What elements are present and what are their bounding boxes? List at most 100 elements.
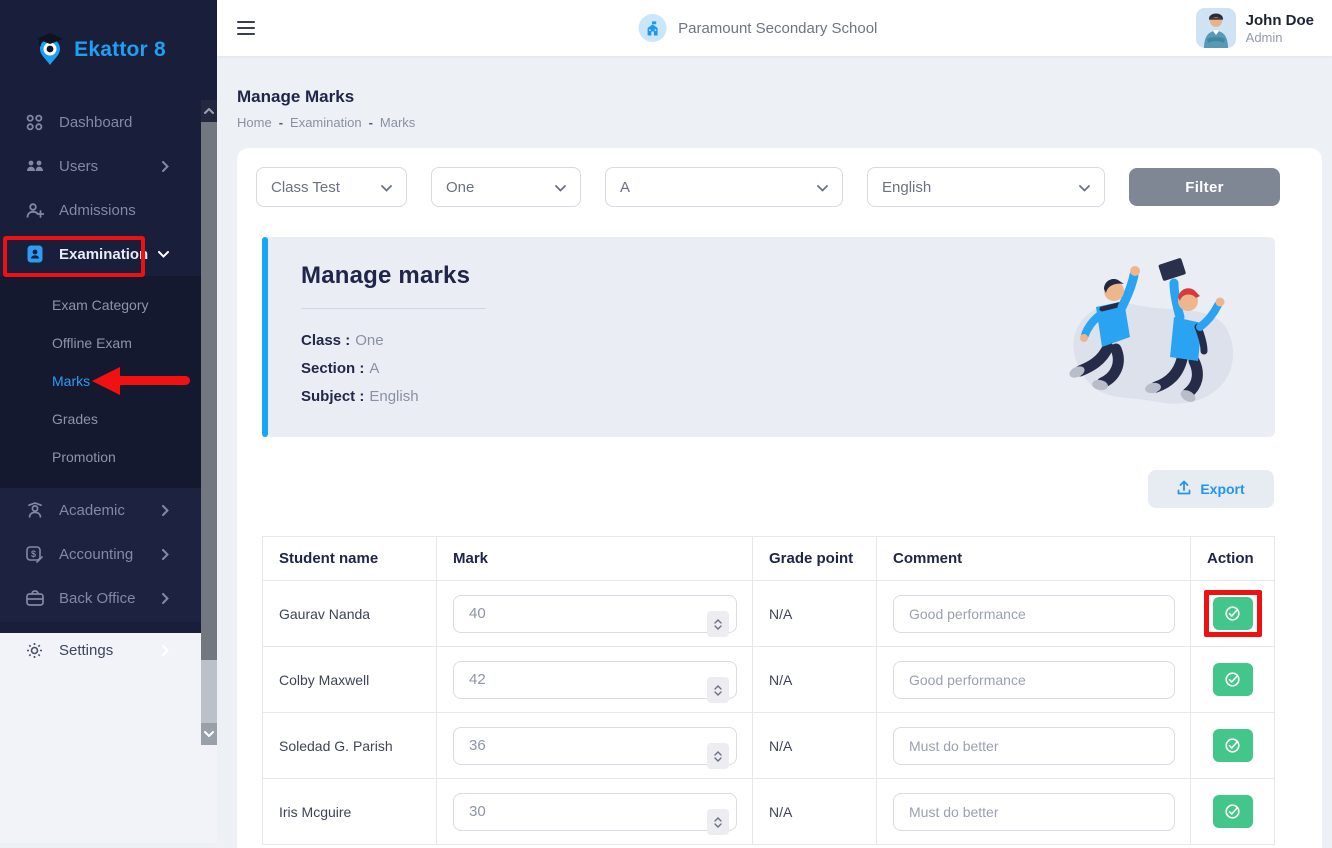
app-logo-text: Ekattor 8: [74, 38, 166, 62]
export-button[interactable]: Export: [1148, 470, 1274, 508]
accounting-icon: $: [25, 545, 44, 564]
save-mark-button[interactable]: [1213, 795, 1253, 828]
content-card: Class Test One A English: [237, 148, 1322, 848]
sidebar-scrollbar[interactable]: [201, 100, 217, 745]
filter-button[interactable]: Filter: [1129, 168, 1280, 206]
school-name: Paramount Secondary School: [678, 20, 877, 37]
save-mark-button[interactable]: [1213, 597, 1253, 630]
breadcrumb: Home - Examination - Marks: [237, 115, 415, 130]
header-action: Action: [1191, 537, 1275, 581]
users-icon: [25, 157, 44, 176]
filter-bar: Class Test One A English: [256, 167, 1302, 207]
number-stepper[interactable]: [707, 611, 729, 637]
submenu-label: Marks: [52, 373, 90, 389]
scrollbar-thumb[interactable]: [201, 122, 217, 660]
user-name: John Doe: [1246, 11, 1314, 30]
sidebar-section-2: Academic $ Accounting: [0, 488, 201, 622]
comment-input[interactable]: [893, 661, 1175, 699]
sidebar-item-label: Back Office: [59, 590, 135, 607]
subject-dropdown[interactable]: English: [867, 167, 1105, 207]
breadcrumb-examination[interactable]: Examination: [290, 115, 362, 130]
number-stepper[interactable]: [707, 677, 729, 703]
sidebar-item-dashboard[interactable]: Dashboard: [0, 100, 201, 144]
sidebar-item-label: Accounting: [59, 546, 133, 563]
student-name: Gaurav Nanda: [263, 581, 437, 647]
subject-label: Subject :: [301, 388, 364, 405]
sidebar-item-settings[interactable]: Settings: [0, 637, 201, 663]
class-value: One: [446, 179, 474, 196]
back-office-icon: [25, 589, 44, 608]
scrollbar-down-arrow[interactable]: [201, 723, 217, 745]
save-mark-button[interactable]: [1213, 663, 1253, 696]
submenu-item-marks[interactable]: Marks: [0, 362, 201, 400]
sidebar: Ekattor 8 Dashboard Users: [0, 0, 217, 843]
number-stepper[interactable]: [707, 743, 729, 769]
sidebar-item-academic[interactable]: Academic: [0, 488, 201, 532]
sidebar-item-label: Examination: [59, 246, 148, 263]
section-label: Section :: [301, 360, 364, 377]
header-grade-point: Grade point: [753, 537, 877, 581]
header-mark: Mark: [437, 537, 753, 581]
sidebar-item-label: Academic: [59, 502, 125, 519]
sidebar-item-back-office[interactable]: Back Office: [0, 576, 201, 620]
mark-input[interactable]: [453, 661, 737, 699]
breadcrumb-marks[interactable]: Marks: [380, 115, 415, 130]
user-menu[interactable]: John Doe Admin: [1196, 8, 1314, 48]
app-logo-icon: [35, 30, 65, 71]
sidebar-item-examination[interactable]: Examination: [0, 232, 201, 276]
submenu-label: Offline Exam: [52, 335, 132, 351]
panel-title: Manage marks: [301, 262, 470, 290]
export-label: Export: [1200, 481, 1244, 497]
sidebar-item-accounting[interactable]: $ Accounting: [0, 532, 201, 576]
school-selector[interactable]: Paramount Secondary School: [638, 14, 877, 42]
sidebar-item-label: Settings: [59, 642, 113, 659]
class-dropdown[interactable]: One: [431, 167, 581, 207]
submenu-item-promotion[interactable]: Promotion: [0, 438, 201, 476]
mark-input[interactable]: [453, 793, 737, 831]
sidebar-item-admissions[interactable]: Admissions: [0, 188, 201, 232]
examination-submenu: Exam Category Offline Exam Marks Grades …: [0, 276, 201, 488]
submenu-label: Exam Category: [52, 297, 148, 313]
sidebar-menu: Dashboard Users Admissions: [0, 100, 201, 622]
user-avatar: [1196, 8, 1236, 48]
exam-type-value: Class Test: [271, 179, 340, 196]
chevron-down-icon: [1079, 179, 1090, 196]
mark-input[interactable]: [453, 727, 737, 765]
comment-input[interactable]: [893, 595, 1175, 633]
save-mark-button[interactable]: [1213, 729, 1253, 762]
student-name: Colby Maxwell: [263, 647, 437, 713]
submenu-item-exam-category[interactable]: Exam Category: [0, 286, 201, 324]
sidebar-item-label: Dashboard: [59, 114, 132, 131]
submenu-item-grades[interactable]: Grades: [0, 400, 201, 438]
number-stepper[interactable]: [707, 809, 729, 835]
hamburger-menu-icon[interactable]: [237, 17, 255, 39]
comment-input[interactable]: [893, 793, 1175, 831]
app-logo[interactable]: Ekattor 8: [0, 0, 201, 100]
class-label: Class :: [301, 332, 350, 349]
student-name: Iris Mcguire: [263, 779, 437, 845]
table-row: Colby Maxwell N/A: [263, 647, 1275, 713]
exam-type-dropdown[interactable]: Class Test: [256, 167, 407, 207]
academic-icon: [25, 501, 44, 520]
export-row: Export: [256, 470, 1302, 508]
table-row: Soledad G. Parish N/A: [263, 713, 1275, 779]
section-dropdown[interactable]: A: [605, 167, 843, 207]
submenu-item-offline-exam[interactable]: Offline Exam: [0, 324, 201, 362]
subject-value: English: [882, 179, 931, 196]
annotation-red-box-action: [1204, 590, 1262, 637]
subject-value: English: [369, 388, 418, 405]
dashboard-icon: [25, 113, 44, 132]
grade-point: N/A: [753, 647, 877, 713]
scrollbar-up-arrow[interactable]: [201, 100, 217, 122]
sidebar-item-label: Admissions: [59, 202, 136, 219]
panel-class-row: Class :One: [301, 332, 384, 349]
header-student-name: Student name: [263, 537, 437, 581]
section-value: A: [369, 360, 379, 377]
comment-input[interactable]: [893, 727, 1175, 765]
examination-icon: [25, 245, 44, 264]
breadcrumb-home[interactable]: Home: [237, 115, 272, 130]
chevron-right-icon: [162, 549, 169, 560]
upload-icon: [1177, 480, 1191, 498]
sidebar-item-users[interactable]: Users: [0, 144, 201, 188]
mark-input[interactable]: [453, 595, 737, 633]
